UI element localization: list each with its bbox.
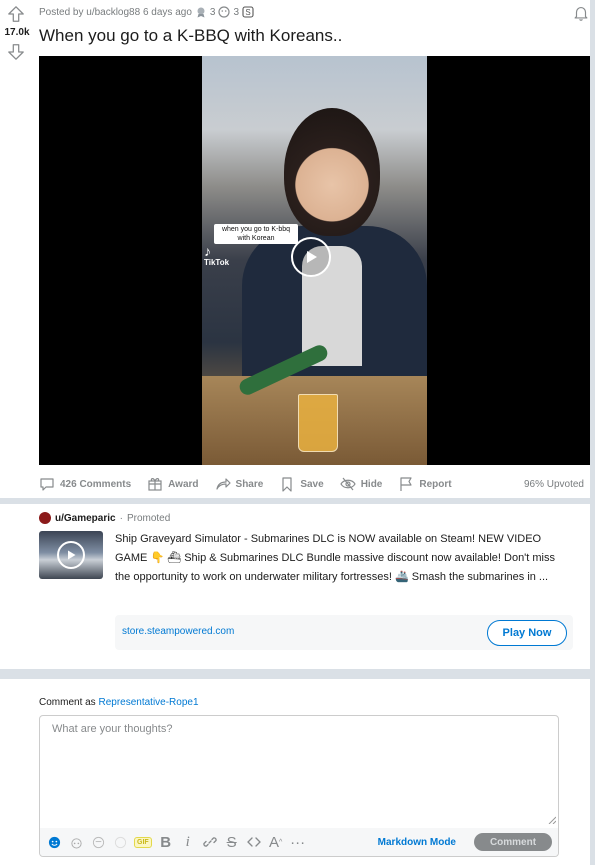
video-glass xyxy=(298,394,338,452)
comment-toolbar: GIF B i S A ^ ··· Markdown Mode Comment xyxy=(40,828,558,856)
video-person-head xyxy=(284,108,380,236)
strikethrough-icon[interactable]: S xyxy=(224,834,240,851)
share-icon xyxy=(215,478,231,490)
award-count: 3 xyxy=(209,6,216,18)
ad-header: u/Gameparic · Promoted xyxy=(39,512,170,524)
scrollbar-track[interactable] xyxy=(590,0,595,865)
post-actions: 426 Comments Award Share Save Hide Repor… xyxy=(39,473,584,495)
award-count: 3 xyxy=(233,6,240,18)
hide-label: Hide xyxy=(360,478,383,490)
sticker-icon[interactable] xyxy=(90,834,106,850)
inline-code-icon[interactable] xyxy=(246,834,262,850)
video-player[interactable]: when you go to K-bbq with Korean ♪ TikTo… xyxy=(39,56,590,465)
promoted-post: u/Gameparic · Promoted Ship Graveyard Si… xyxy=(0,504,590,669)
tiktok-logo-icon: ♪ xyxy=(204,243,211,259)
ad-play-button[interactable] xyxy=(57,541,85,569)
emoji-icon[interactable] xyxy=(46,834,62,850)
emote-icon[interactable] xyxy=(112,834,128,850)
italic-icon[interactable]: i xyxy=(180,834,196,850)
comment-editor: GIF B i S A^ ··· Markdown Mode Comment xyxy=(39,715,559,857)
report-label: Report xyxy=(419,478,452,490)
posted-by-text[interactable]: Posted by u/backlog88 6 days ago xyxy=(39,7,192,18)
comment-as-line: Comment as Representative-Rope1 xyxy=(39,697,199,708)
promoted-label: Promoted xyxy=(126,512,171,524)
comments-label: 426 Comments xyxy=(60,478,132,490)
award-button[interactable]: Award xyxy=(147,476,199,492)
more-options-icon[interactable]: ··· xyxy=(290,834,306,851)
ad-description[interactable]: Ship Graveyard Simulator - Submarines DL… xyxy=(115,530,555,587)
save-button[interactable]: Save xyxy=(279,476,324,492)
ad-thumbnail[interactable] xyxy=(39,531,103,579)
ad-cta-bar: store.steampowered.com Play Now xyxy=(115,615,573,650)
upvote-arrow-icon[interactable] xyxy=(7,5,25,23)
gif-button[interactable]: GIF xyxy=(134,836,152,848)
tiktok-label: TikTok xyxy=(204,258,230,267)
comment-input[interactable] xyxy=(40,716,558,824)
advertiser-username[interactable]: u/Gameparic xyxy=(55,513,116,524)
gift-icon xyxy=(148,478,162,491)
report-button[interactable]: Report xyxy=(398,476,452,492)
superscript-icon[interactable]: A ^ xyxy=(268,834,284,851)
post-meta: Posted by u/backlog88 6 days ago 3 3 S xyxy=(39,5,254,19)
comment-username-link[interactable]: Representative-Rope1 xyxy=(98,697,198,708)
advertiser-avatar[interactable] xyxy=(39,512,51,524)
markdown-mode-toggle[interactable]: Markdown Mode xyxy=(378,837,456,848)
helpful-award-icon xyxy=(218,6,231,18)
vote-count: 17.0k xyxy=(4,27,30,38)
share-label: Share xyxy=(235,478,264,490)
play-button[interactable] xyxy=(291,237,331,277)
play-now-button[interactable]: Play Now xyxy=(487,620,567,646)
award-label: Award xyxy=(168,478,199,490)
downvote-arrow-icon[interactable] xyxy=(7,43,25,61)
link-icon[interactable] xyxy=(202,834,218,850)
comments-button[interactable]: 426 Comments xyxy=(39,476,131,492)
resize-grip-icon[interactable] xyxy=(548,816,556,824)
ad-url-link[interactable]: store.steampowered.com xyxy=(122,626,234,637)
award-icon xyxy=(197,7,205,18)
hide-button[interactable]: Hide xyxy=(339,476,383,492)
flag-icon xyxy=(400,477,412,491)
bookmark-icon xyxy=(282,477,292,492)
comment-icon xyxy=(40,478,54,491)
play-icon xyxy=(307,251,317,263)
comment-section: Comment as Representative-Rope1 GIF B i xyxy=(0,679,590,865)
tiktok-watermark: ♪ TikTok xyxy=(204,244,229,267)
share-button[interactable]: Share xyxy=(215,476,264,492)
play-icon xyxy=(68,550,76,560)
bold-icon[interactable]: B xyxy=(158,834,174,851)
submit-comment-button[interactable]: Comment xyxy=(474,833,552,851)
snoo-face-icon[interactable] xyxy=(68,834,84,850)
bell-icon[interactable] xyxy=(572,4,590,22)
comment-as-label: Comment as xyxy=(39,697,96,708)
separator-dot: · xyxy=(119,512,123,524)
svg-text:S: S xyxy=(245,8,250,17)
post-title[interactable]: When you go to a K-BBQ with Koreans.. xyxy=(39,26,342,46)
hide-eye-icon xyxy=(339,477,356,491)
silver-award-icon: S xyxy=(242,6,254,18)
upvoted-ratio: 96% Upvoted xyxy=(523,478,584,490)
post-card: 17.0k Posted by u/backlog88 6 days ago 3… xyxy=(0,0,590,498)
video-caption: when you go to K-bbq with Korean xyxy=(214,224,298,244)
save-label: Save xyxy=(300,478,324,490)
